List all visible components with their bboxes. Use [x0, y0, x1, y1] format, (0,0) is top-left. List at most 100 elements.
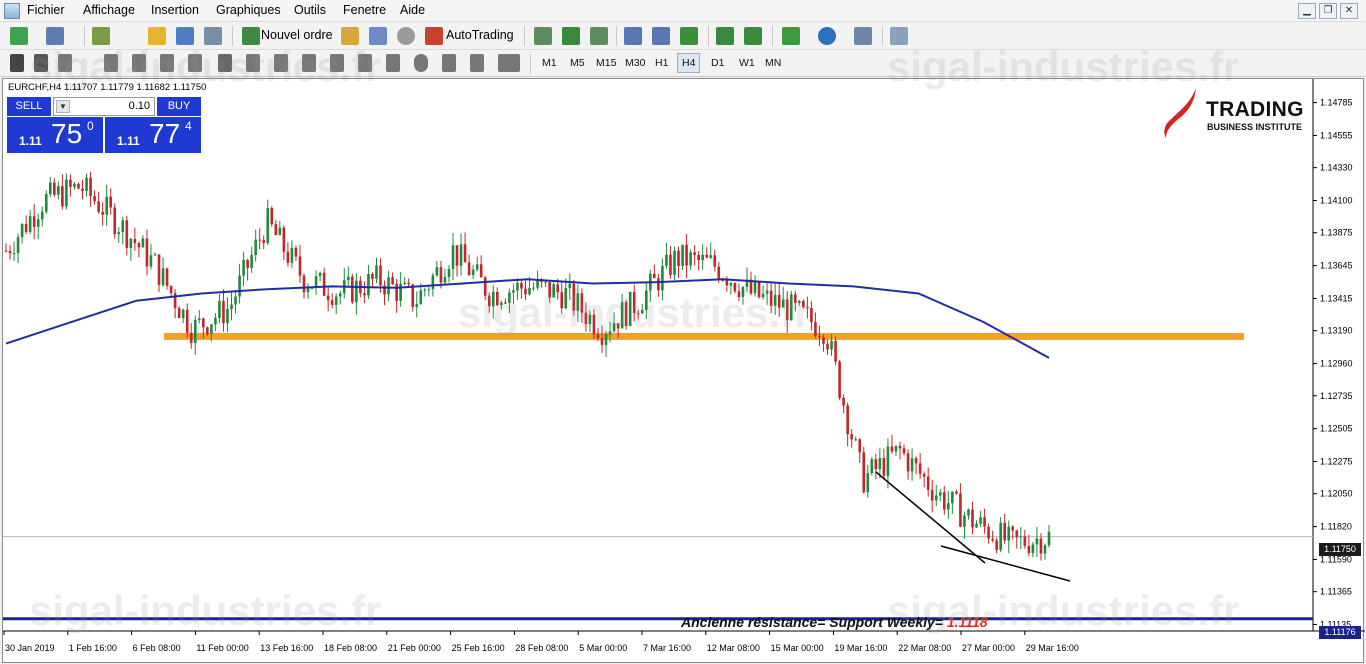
fibo-arcs-icon[interactable] — [386, 54, 400, 72]
bar-chart-icon[interactable] — [534, 27, 552, 45]
lot-decrease-icon[interactable]: ▼ — [56, 100, 70, 113]
sell-button[interactable]: SELL — [7, 97, 51, 116]
ellipse-icon[interactable] — [414, 54, 428, 72]
y-tick-label: 1.14100 — [1320, 196, 1353, 206]
timeframe-m5[interactable]: M5 — [566, 53, 589, 73]
candle-body — [596, 334, 600, 339]
candle-body — [512, 290, 515, 293]
minimize-icon[interactable]: ▁ — [1298, 3, 1316, 19]
metaeditor-icon[interactable] — [341, 27, 359, 45]
candle-body — [306, 288, 310, 293]
label-icon[interactable] — [246, 54, 260, 72]
menu-aide[interactable]: Aide — [400, 3, 425, 17]
candle-body — [415, 304, 419, 307]
candlestick-icon[interactable] — [562, 27, 580, 45]
signals-icon[interactable] — [369, 27, 387, 45]
cursor-icon[interactable] — [10, 54, 24, 72]
rectangle-icon[interactable] — [274, 54, 288, 72]
fibo-fan-icon[interactable] — [358, 54, 372, 72]
zoom-in-icon[interactable] — [624, 27, 642, 45]
candle-body — [826, 343, 829, 350]
annotation-text: Ancienne résistance= Support Weekly= — [681, 614, 947, 630]
menu-fenetre[interactable]: Fenetre — [343, 3, 386, 17]
y-tick-label: 1.13415 — [1320, 294, 1353, 304]
candle-body — [757, 282, 761, 298]
timeframe-m1[interactable]: M1 — [538, 53, 561, 73]
menu-fichier[interactable]: Fichier — [27, 3, 65, 17]
timeframe-h4[interactable]: H4 — [677, 53, 701, 73]
trendline-icon[interactable] — [132, 54, 146, 72]
buy-price[interactable]: 1.11 77 4 — [105, 117, 201, 153]
templates-icon[interactable] — [854, 27, 872, 45]
timeframe-w1[interactable]: W1 — [735, 53, 759, 73]
chart-window[interactable]: 1.14785 1.14555 1.14330 1.14100 1.13875 1.136… — [2, 43, 1365, 664]
timeframe-mn[interactable]: MN — [761, 53, 785, 73]
y-tick-label: 1.12735 — [1320, 391, 1353, 401]
sell-price[interactable]: 1.11 75 0 — [7, 117, 103, 153]
vertical-line-icon[interactable] — [58, 54, 72, 72]
timeframe-h1[interactable]: H1 — [651, 53, 672, 73]
menu-outils[interactable]: Outils — [294, 3, 326, 17]
line-chart-icon[interactable] — [590, 27, 608, 45]
horizontal-line-icon[interactable] — [104, 54, 118, 72]
restore-icon[interactable]: ❐ — [1319, 3, 1337, 19]
channel-icon[interactable] — [160, 54, 174, 72]
zoom-out-icon[interactable] — [652, 27, 670, 45]
market-watch-icon[interactable] — [92, 27, 110, 45]
candlestick-chart[interactable]: 1.14785 1.14555 1.14330 1.14100 1.13875 1.136… — [3, 79, 1365, 664]
text-icon[interactable] — [218, 54, 232, 72]
candle-body — [371, 273, 374, 279]
candle-body — [113, 207, 117, 235]
y-tick-label: 1.14785 — [1320, 98, 1353, 108]
crosshair-icon[interactable] — [34, 54, 48, 72]
terminal-icon[interactable] — [176, 27, 194, 45]
lot-size-field[interactable]: ▼ — [53, 97, 155, 116]
tile-windows-icon[interactable] — [680, 27, 698, 45]
lot-size-input[interactable] — [80, 100, 150, 112]
menu-graphiques[interactable]: Graphiques — [216, 3, 281, 17]
navigator-icon[interactable] — [148, 27, 166, 45]
candle-body — [431, 275, 435, 290]
candle-body — [636, 313, 640, 315]
buy-button[interactable]: BUY — [157, 97, 201, 116]
profiles-icon[interactable] — [46, 27, 64, 45]
chart-properties-icon[interactable] — [890, 27, 908, 45]
candle-body — [995, 540, 998, 550]
triangle-icon[interactable] — [302, 54, 316, 72]
autoscroll-icon[interactable] — [716, 27, 734, 45]
timeframe-m15[interactable]: M15 — [592, 53, 620, 73]
arrows-icon[interactable] — [498, 54, 520, 72]
fibonacci-icon[interactable] — [188, 54, 202, 72]
close-icon[interactable]: ✕ — [1340, 3, 1358, 19]
candle-body — [1047, 531, 1051, 546]
candle-body — [20, 224, 24, 238]
market-icon[interactable] — [397, 27, 415, 45]
x-tick-label: 7 Mar 16:00 — [643, 643, 691, 653]
new-chart-icon[interactable] — [10, 27, 28, 45]
gann-icon[interactable] — [470, 54, 484, 72]
menu-insertion[interactable]: Insertion — [151, 3, 199, 17]
strategy-tester-icon[interactable] — [204, 27, 222, 45]
new-order-icon[interactable] — [242, 27, 260, 45]
autotrading-icon[interactable] — [425, 27, 443, 45]
autotrading-button[interactable]: AutoTrading — [446, 28, 514, 42]
candle-body — [947, 503, 950, 510]
timeframe-m30[interactable]: M30 — [621, 53, 649, 73]
main-toolbar: Nouvel ordre AutoTrading — [0, 22, 1366, 50]
candle-body — [830, 340, 833, 350]
candle-body — [242, 259, 245, 276]
indicators-icon[interactable] — [782, 27, 800, 45]
candle-body — [628, 291, 632, 326]
andrews-pitchfork-icon[interactable] — [442, 54, 456, 72]
candle-body — [910, 458, 914, 472]
new-order-button[interactable]: Nouvel ordre — [261, 28, 333, 42]
chart-shift-icon[interactable] — [744, 27, 762, 45]
periods-icon[interactable] — [818, 27, 836, 45]
candle-body — [153, 254, 157, 256]
app-icon[interactable] — [4, 3, 20, 19]
candle-body — [28, 216, 32, 232]
candle-body — [620, 302, 624, 329]
menu-affichage[interactable]: Affichage — [83, 3, 135, 17]
timeframe-d1[interactable]: D1 — [707, 53, 728, 73]
cycle-lines-icon[interactable] — [330, 54, 344, 72]
